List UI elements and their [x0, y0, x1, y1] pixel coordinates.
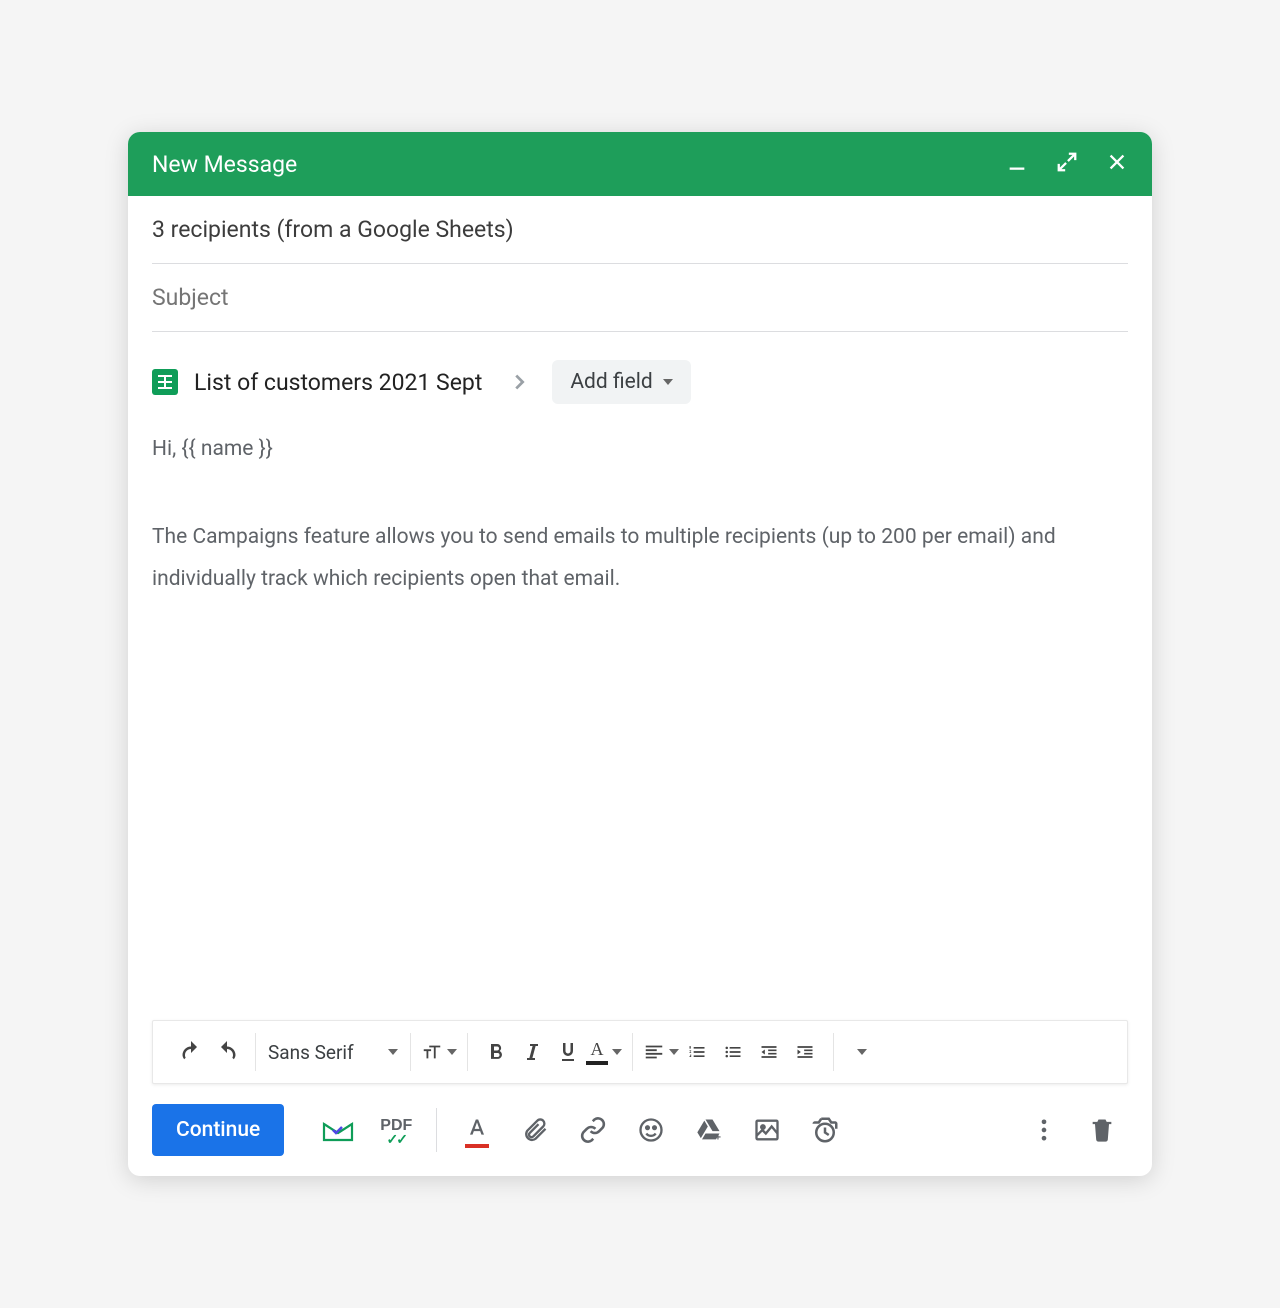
- email-body[interactable]: Hi, {{ name }} The Campaigns feature all…: [128, 424, 1152, 1020]
- insert-drive-button[interactable]: +: [683, 1106, 735, 1154]
- caret-down-icon: [669, 1049, 679, 1055]
- window-title: New Message: [152, 151, 1006, 178]
- indent-more-button[interactable]: [787, 1032, 823, 1072]
- italic-button[interactable]: [514, 1032, 550, 1072]
- add-field-button[interactable]: Add field: [552, 360, 690, 404]
- font-family-label: Sans Serif: [268, 1041, 354, 1064]
- caret-down-icon: [612, 1049, 622, 1055]
- recipients-field[interactable]: 3 recipients (from a Google Sheets): [152, 196, 1128, 264]
- insert-emoji-button[interactable]: [625, 1106, 677, 1154]
- discard-draft-button[interactable]: [1076, 1106, 1128, 1154]
- bold-button[interactable]: [478, 1032, 514, 1072]
- expand-icon[interactable]: [1056, 151, 1078, 177]
- sheet-name[interactable]: List of customers 2021 Sept: [194, 369, 482, 396]
- header-fields: 3 recipients (from a Google Sheets) List…: [128, 196, 1152, 424]
- font-size-button[interactable]: [421, 1032, 457, 1072]
- indent-less-button[interactable]: [751, 1032, 787, 1072]
- continue-button[interactable]: Continue: [152, 1104, 284, 1156]
- compose-window: New Message 3 recipients (from a Google …: [128, 132, 1152, 1176]
- close-icon[interactable]: [1106, 151, 1128, 177]
- font-family-select[interactable]: Sans Serif: [258, 1041, 408, 1064]
- insert-photo-button[interactable]: [741, 1106, 793, 1154]
- body-paragraph: The Campaigns feature allows you to send…: [152, 516, 1128, 600]
- text-color-button[interactable]: A: [586, 1032, 622, 1072]
- body-greeting: Hi, {{ name }}: [152, 428, 1128, 470]
- caret-down-icon: [388, 1049, 398, 1055]
- align-button[interactable]: [643, 1032, 679, 1072]
- schedule-send-button[interactable]: [799, 1106, 851, 1154]
- attach-file-button[interactable]: [509, 1106, 561, 1154]
- bottom-action-bar: Continue PDF✓✓ +: [128, 1084, 1152, 1176]
- caret-down-icon: [663, 379, 673, 385]
- undo-button[interactable]: [173, 1032, 209, 1072]
- insert-link-button[interactable]: [567, 1106, 619, 1154]
- subject-input[interactable]: [152, 284, 1128, 311]
- more-options-button[interactable]: [1018, 1106, 1070, 1154]
- underline-button[interactable]: [550, 1032, 586, 1072]
- caret-down-icon: [857, 1049, 867, 1055]
- subject-row: [152, 264, 1128, 332]
- chevron-right-icon: [508, 371, 530, 393]
- text-color-action[interactable]: [451, 1106, 503, 1154]
- more-formatting-button[interactable]: [844, 1032, 880, 1072]
- pdf-attach-button[interactable]: PDF✓✓: [370, 1106, 422, 1154]
- google-sheets-icon: [152, 369, 178, 395]
- read-receipt-button[interactable]: [312, 1106, 364, 1154]
- svg-text:+: +: [715, 1132, 721, 1144]
- formatting-toolbar: Sans Serif A: [152, 1020, 1128, 1084]
- sheet-source-row: List of customers 2021 Sept Add field: [152, 332, 1128, 424]
- add-field-label: Add field: [570, 370, 652, 394]
- caret-down-icon: [447, 1049, 457, 1055]
- bullet-list-button[interactable]: [715, 1032, 751, 1072]
- minimize-icon[interactable]: [1006, 151, 1028, 177]
- window-header: New Message: [128, 132, 1152, 196]
- window-controls: [1006, 151, 1128, 177]
- numbered-list-button[interactable]: [679, 1032, 715, 1072]
- redo-button[interactable]: [209, 1032, 245, 1072]
